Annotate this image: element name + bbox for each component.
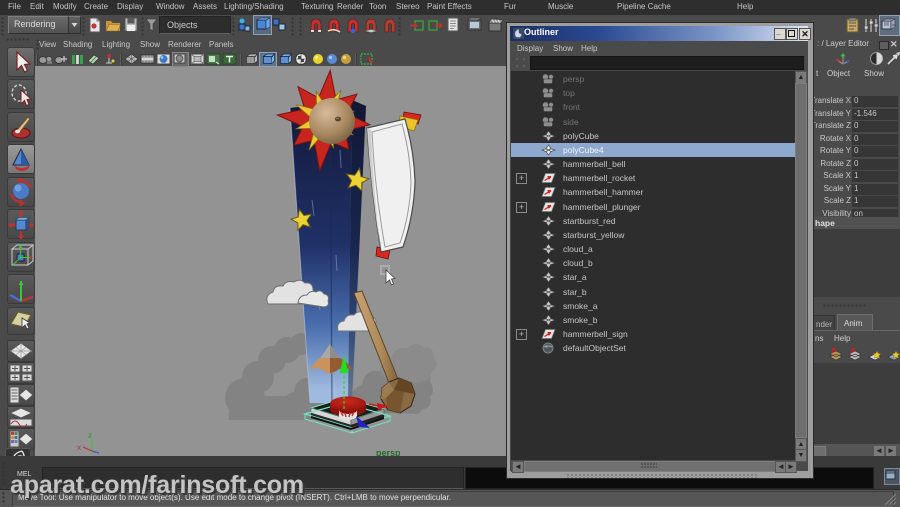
svg-text:z: z <box>88 431 92 440</box>
svg-text:x: x <box>77 443 81 452</box>
svg-text:persp: persp <box>376 448 401 456</box>
